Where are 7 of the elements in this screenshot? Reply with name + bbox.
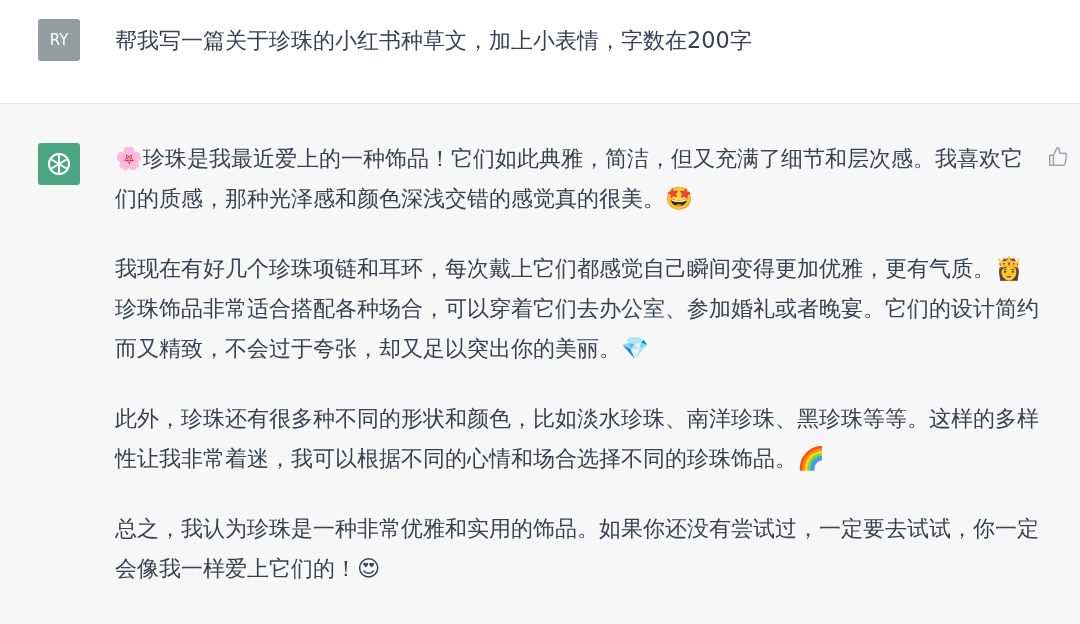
response-paragraph: 我现在有好几个珍珠项链和耳环，每次戴上它们都感觉自己瞬间变得更加优雅，更有气质。👸珍珠饰品非常适合搭配各种场合，可以穿着它们去办公室、参加婚礼或者晚宴。它们的设计简约而又精致，不会过于夸张，却又足以突出你的美丽。💎: [115, 254, 1039, 363]
response-paragraph: 🌸珍珠是我最近爱上的一种饰品！它们如此典雅，简洁，但又充满了细节和层次感。我喜欢它们的质感，那种光泽感和颜色深浅交错的感觉真的很美。🤩: [115, 144, 1024, 213]
response-paragraph: 此外，珍珠还有很多种不同的形状和颜色，比如淡水珍珠、南洋珍珠、黑珍珠等等。这样的多样性让我非常着迷，我可以根据不同的心情和场合选择不同的珍珠饰品。🌈: [115, 404, 1039, 473]
assistant-avatar: [38, 143, 80, 185]
response-paragraph: 总之，我认为珍珠是一种非常优雅和实用的饰品。如果你还没有尝试过，一定要去试试，你一定会像我一样爱上它们的！😍: [115, 514, 1039, 583]
user-avatar: RY: [38, 19, 80, 61]
prompt-text: 帮我写一篇关于珍珠的小红书种草文，加上小表情，字数在200字: [115, 26, 753, 55]
